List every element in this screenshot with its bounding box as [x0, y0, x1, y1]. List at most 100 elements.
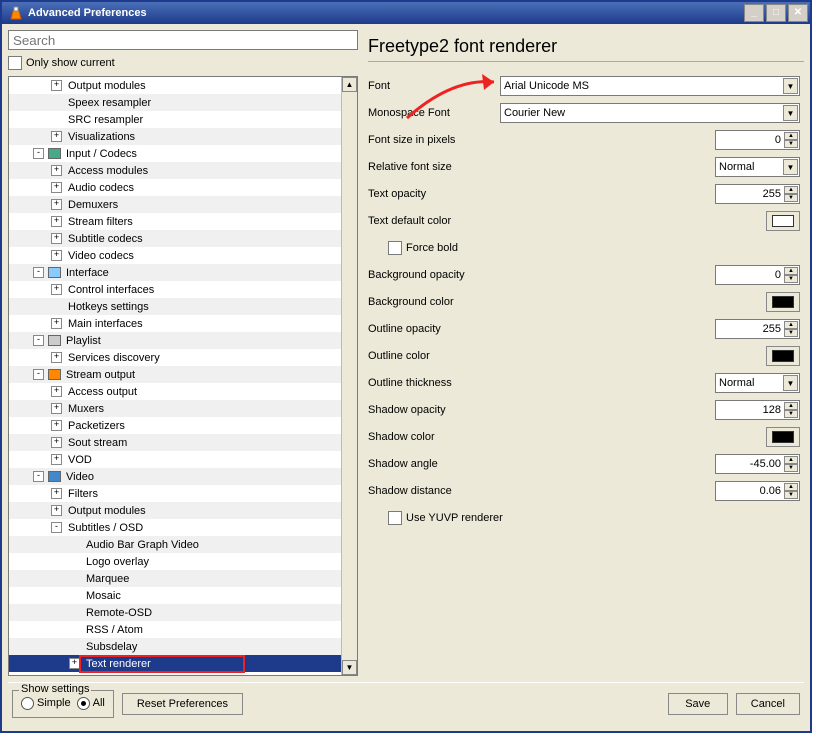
tree-item[interactable]: +Sout stream — [9, 434, 342, 451]
spin-up-icon[interactable]: ▲ — [784, 456, 798, 464]
tree-item[interactable]: +Audio codecs — [9, 179, 342, 196]
maximize-button[interactable]: □ — [766, 4, 786, 22]
scroll-up-button[interactable]: ▲ — [342, 77, 357, 92]
expand-icon[interactable]: + — [51, 420, 62, 431]
tree-item[interactable]: Subsdelay — [9, 638, 342, 655]
expand-icon[interactable]: + — [51, 454, 62, 465]
spin-up-icon[interactable]: ▲ — [784, 267, 798, 275]
spin-down-icon[interactable]: ▼ — [784, 491, 798, 499]
minimize-button[interactable]: _ — [744, 4, 764, 22]
spin-down-icon[interactable]: ▼ — [784, 410, 798, 418]
yuvp-checkbox[interactable]: Use YUVP renderer — [388, 511, 503, 525]
shadow-color-button[interactable] — [766, 427, 800, 447]
tree-scrollbar[interactable]: ▲ ▼ — [341, 77, 357, 675]
tree-item[interactable]: +Main interfaces — [9, 315, 342, 332]
tree-item[interactable]: -Input / Codecs — [9, 145, 342, 162]
tree-item[interactable]: -Playlist — [9, 332, 342, 349]
expand-icon[interactable]: + — [69, 658, 80, 669]
font-select[interactable]: Arial Unicode MS▼ — [500, 76, 800, 96]
collapse-icon[interactable]: - — [33, 148, 44, 159]
relative-font-size-select[interactable]: Normal▼ — [715, 157, 800, 177]
outline-thickness-select[interactable]: Normal▼ — [715, 373, 800, 393]
monospace-font-select[interactable]: Courier New▼ — [500, 103, 800, 123]
expand-icon[interactable]: + — [51, 505, 62, 516]
tree-item[interactable]: +Visualizations — [9, 128, 342, 145]
tree-item[interactable]: +Filters — [9, 485, 342, 502]
collapse-icon[interactable]: - — [33, 471, 44, 482]
expand-icon[interactable]: + — [51, 233, 62, 244]
spin-down-icon[interactable]: ▼ — [784, 275, 798, 283]
save-button[interactable]: Save — [668, 693, 728, 715]
tree-item[interactable]: -Subtitles / OSD — [9, 519, 342, 536]
tree-item[interactable]: +Access output — [9, 383, 342, 400]
all-radio[interactable]: All — [77, 697, 105, 710]
tree-item[interactable]: +Control interfaces — [9, 281, 342, 298]
text-color-button[interactable] — [766, 211, 800, 231]
tree-item[interactable]: -Video — [9, 468, 342, 485]
tree-item[interactable]: Marquee — [9, 570, 342, 587]
expand-icon[interactable]: + — [51, 250, 62, 261]
tree-item[interactable]: +Packetizers — [9, 417, 342, 434]
expand-icon[interactable]: + — [51, 199, 62, 210]
expand-icon[interactable]: + — [51, 131, 62, 142]
spin-up-icon[interactable]: ▲ — [784, 402, 798, 410]
tree-item[interactable]: RSS / Atom — [9, 621, 342, 638]
spin-down-icon[interactable]: ▼ — [784, 194, 798, 202]
tree-item[interactable]: Remote-OSD — [9, 604, 342, 621]
spin-up-icon[interactable]: ▲ — [784, 483, 798, 491]
tree-item[interactable]: +Muxers — [9, 400, 342, 417]
only-show-current-checkbox[interactable]: Only show current — [8, 56, 358, 70]
shadow-angle-input[interactable]: -45.00▲▼ — [715, 454, 800, 474]
expand-icon[interactable]: + — [51, 386, 62, 397]
expand-icon[interactable]: + — [51, 403, 62, 414]
tree-item[interactable]: Mosaic — [9, 587, 342, 604]
force-bold-checkbox[interactable]: Force bold — [388, 241, 458, 255]
spin-down-icon[interactable]: ▼ — [784, 329, 798, 337]
collapse-icon[interactable]: - — [33, 267, 44, 278]
tree-item[interactable]: +Demuxers — [9, 196, 342, 213]
text-opacity-input[interactable]: 255▲▼ — [715, 184, 800, 204]
close-button[interactable]: ✕ — [788, 4, 808, 22]
cancel-button[interactable]: Cancel — [736, 693, 800, 715]
tree-item[interactable]: +Output modules — [9, 77, 342, 94]
tree-item[interactable]: Logo overlay — [9, 553, 342, 570]
tree-item[interactable]: +VOD — [9, 451, 342, 468]
tree-item[interactable]: +Video codecs — [9, 247, 342, 264]
spin-up-icon[interactable]: ▲ — [784, 186, 798, 194]
collapse-icon[interactable]: - — [33, 369, 44, 380]
expand-icon[interactable]: + — [51, 182, 62, 193]
expand-icon[interactable]: + — [51, 284, 62, 295]
shadow-distance-input[interactable]: 0.06▲▼ — [715, 481, 800, 501]
expand-icon[interactable]: + — [51, 488, 62, 499]
preferences-tree[interactable]: +Output modulesSpeex resamplerSRC resamp… — [9, 77, 342, 675]
background-opacity-input[interactable]: 0▲▼ — [715, 265, 800, 285]
tree-item[interactable]: SRC resampler — [9, 111, 342, 128]
tree-item[interactable]: +Access modules — [9, 162, 342, 179]
outline-color-button[interactable] — [766, 346, 800, 366]
tree-item[interactable]: +Output modules — [9, 502, 342, 519]
shadow-opacity-input[interactable]: 128▲▼ — [715, 400, 800, 420]
scroll-down-button[interactable]: ▼ — [342, 660, 357, 675]
tree-item[interactable]: -Stream output — [9, 366, 342, 383]
background-color-button[interactable] — [766, 292, 800, 312]
tree-item[interactable]: Audio Bar Graph Video — [9, 536, 342, 553]
expand-icon[interactable]: + — [51, 165, 62, 176]
expand-icon[interactable]: + — [51, 318, 62, 329]
search-input[interactable] — [8, 30, 358, 50]
tree-item[interactable]: +Stream filters — [9, 213, 342, 230]
spin-up-icon[interactable]: ▲ — [784, 132, 798, 140]
tree-item[interactable]: -Interface — [9, 264, 342, 281]
collapse-icon[interactable]: - — [51, 522, 62, 533]
expand-icon[interactable]: + — [51, 352, 62, 363]
simple-radio[interactable]: Simple — [21, 697, 71, 710]
spin-up-icon[interactable]: ▲ — [784, 321, 798, 329]
outline-opacity-input[interactable]: 255▲▼ — [715, 319, 800, 339]
reset-button[interactable]: Reset Preferences — [122, 693, 243, 715]
spin-down-icon[interactable]: ▼ — [784, 464, 798, 472]
expand-icon[interactable]: + — [51, 80, 62, 91]
font-size-input[interactable]: 0▲▼ — [715, 130, 800, 150]
expand-icon[interactable]: + — [51, 216, 62, 227]
tree-item[interactable]: +Text renderer — [9, 655, 342, 672]
tree-item[interactable]: Speex resampler — [9, 94, 342, 111]
tree-item[interactable]: Hotkeys settings — [9, 298, 342, 315]
